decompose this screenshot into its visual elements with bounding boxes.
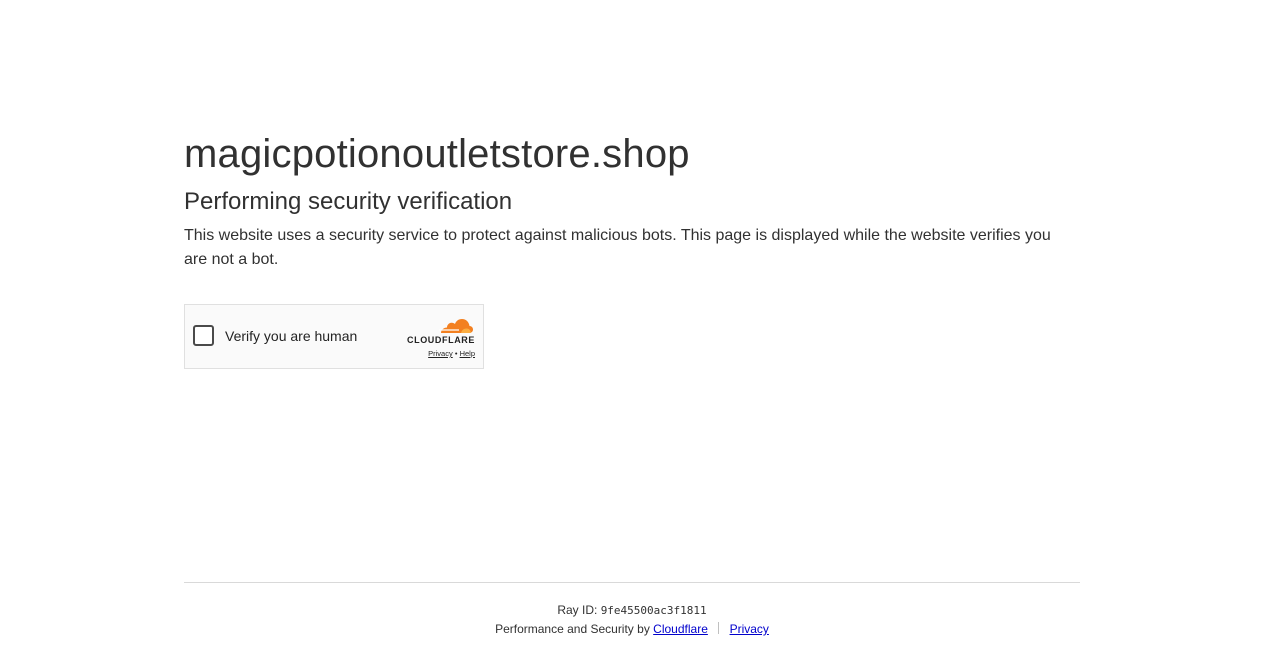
verify-checkbox[interactable] bbox=[193, 325, 214, 346]
cloudflare-link[interactable]: Cloudflare bbox=[653, 622, 708, 636]
ray-id-value: 9fe45500ac3f1811 bbox=[600, 604, 707, 617]
cloudflare-cloud-icon bbox=[439, 319, 473, 333]
verify-checkbox-area[interactable]: Verify you are human bbox=[193, 325, 357, 346]
ray-id-line: Ray ID: 9fe45500ac3f1811 bbox=[184, 601, 1080, 620]
main-content: magicpotionoutletstore.shop Performing s… bbox=[184, 128, 1080, 272]
performance-line: Performance and Security by Cloudflare P… bbox=[184, 620, 1080, 639]
widget-help-link[interactable]: Help bbox=[460, 349, 475, 358]
site-title: magicpotionoutletstore.shop bbox=[184, 132, 690, 176]
page-description: This website uses a security service to … bbox=[184, 227, 1051, 268]
footer-divider bbox=[184, 582, 1080, 583]
ray-id-label: Ray ID: bbox=[557, 603, 598, 617]
verify-label[interactable]: Verify you are human bbox=[225, 328, 357, 344]
widget-privacy-link[interactable]: Privacy bbox=[428, 349, 453, 358]
cloudflare-brand: CLOUDFLARE Privacy • Help bbox=[395, 316, 475, 359]
footer-separator bbox=[718, 622, 720, 634]
widget-links: Privacy • Help bbox=[395, 349, 475, 359]
performance-text: Performance and Security by bbox=[495, 622, 650, 636]
cloudflare-wordmark: CLOUDFLARE bbox=[407, 335, 475, 345]
footer-privacy-link[interactable]: Privacy bbox=[730, 622, 769, 636]
verification-page: magicpotionoutletstore.shop Performing s… bbox=[0, 0, 1264, 653]
widget-link-separator: • bbox=[454, 349, 458, 358]
footer: Ray ID: 9fe45500ac3f1811 Performance and… bbox=[184, 601, 1080, 639]
turnstile-widget: Verify you are human CLOUDFLARE Privacy … bbox=[184, 304, 484, 369]
page-heading: Performing security verification bbox=[184, 188, 513, 215]
